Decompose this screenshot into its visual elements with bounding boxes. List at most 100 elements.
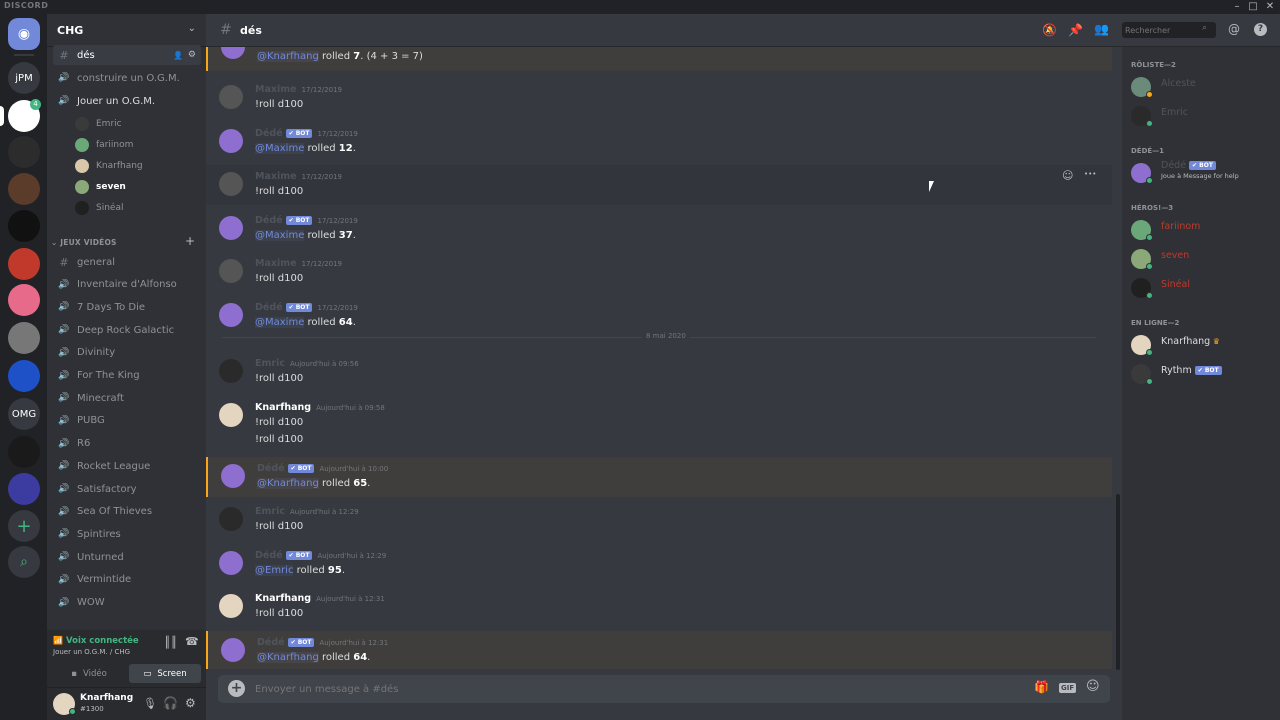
explore-servers-icon[interactable]: ⌕ — [8, 546, 40, 578]
member-item[interactable]: Rythm ✔ BOT — [1131, 362, 1276, 386]
channel-game-11[interactable]: 🔊 Sea Of Thieves — [53, 502, 201, 522]
scrollbar-thumb[interactable] — [1116, 494, 1120, 670]
search-input[interactable] — [1125, 24, 1195, 36]
server-icon-server-6[interactable] — [8, 248, 40, 280]
message-author[interactable]: Dédé ✔ BOT 17/12/2019 — [255, 215, 358, 226]
voice-status[interactable]: Voix connectée — [66, 636, 139, 646]
settings-gear-icon[interactable]: ⚙ — [185, 696, 196, 710]
member-item[interactable]: Sinéal — [1131, 276, 1276, 300]
member-item[interactable]: fariinom — [1131, 218, 1276, 242]
message-author[interactable]: Maxime 17/12/2019 — [255, 258, 342, 269]
server-icon-jpm[interactable]: jPM — [8, 62, 40, 94]
member-item[interactable]: Emric — [1131, 104, 1276, 128]
voice-user[interactable]: seven — [75, 178, 126, 196]
server-icon-server-5[interactable] — [8, 210, 40, 242]
channel-game-14[interactable]: 🔊 Vermintide — [53, 570, 201, 590]
member-item[interactable]: Knarfhang ♛ — [1131, 333, 1276, 357]
user-mention[interactable]: @Knarfhang — [257, 51, 319, 62]
message-author[interactable]: Dédé ✔ BOT 17/12/2019 — [255, 128, 358, 139]
sound-bars-icon[interactable]: ║║ — [164, 636, 177, 649]
message-author[interactable]: Maxime 17/12/2019 — [255, 171, 342, 182]
channel-1[interactable]: 🔊 construire un O.G.M. — [53, 68, 201, 88]
avatar[interactable] — [219, 303, 243, 327]
user-mention[interactable]: @Maxime — [255, 317, 305, 328]
voice-user[interactable]: fariinom — [75, 136, 133, 154]
microphone-icon[interactable]: 🎙 — [143, 697, 157, 710]
search-box[interactable]: ⌕ — [1122, 22, 1216, 38]
help-icon[interactable]: ? — [1254, 23, 1267, 36]
channel-game-6[interactable]: 🔊 Minecraft — [53, 388, 201, 408]
voice-user[interactable]: Sinéal — [75, 199, 123, 217]
add-reaction-icon[interactable]: ☺ — [1062, 169, 1073, 182]
channel-game-2[interactable]: 🔊 7 Days To Die — [53, 297, 201, 317]
channel-game-3[interactable]: 🔊 Deep Rock Galactic — [53, 320, 201, 340]
channel-game-13[interactable]: 🔊 Unturned — [53, 547, 201, 567]
message-author[interactable]: Knarfhang Aujourd'hui à 09:58 — [255, 402, 385, 413]
more-options-icon[interactable]: ••• — [1084, 170, 1096, 178]
channel-game-5[interactable]: 🔊 For The King — [53, 366, 201, 386]
channel-game-4[interactable]: 🔊 Divinity — [53, 343, 201, 363]
server-icon-home[interactable]: ◉ — [8, 18, 40, 50]
close-button[interactable]: ✕ — [1263, 0, 1277, 14]
avatar[interactable] — [219, 551, 243, 575]
avatar[interactable] — [219, 259, 243, 283]
voice-user[interactable]: Knarfhang — [75, 157, 143, 175]
members-list-icon[interactable]: 👥 — [1094, 22, 1109, 36]
message-author[interactable]: Dédé ✔ BOT Aujourd'hui à 12:31 — [257, 637, 388, 648]
member-item[interactable]: Dédé ✔ BOT Joue à Message for help — [1131, 160, 1276, 185]
channel-2[interactable]: 🔊 Jouer un O.G.M. — [53, 91, 201, 111]
channel-0[interactable]: # dés 👤 ⚙ — [53, 45, 201, 65]
add-channel-icon[interactable]: + — [185, 234, 195, 248]
avatar[interactable] — [219, 403, 243, 427]
server-icon-server-7[interactable] — [8, 284, 40, 316]
voice-user[interactable]: Emric — [75, 115, 122, 133]
user-mention[interactable]: @Emric — [255, 565, 294, 576]
user-mention[interactable]: @Maxime — [255, 143, 305, 154]
channel-game-1[interactable]: 🔊 Inventaire d'Alfonso — [53, 275, 201, 295]
channel-game-15[interactable]: 🔊 WOW — [53, 593, 201, 613]
avatar[interactable] — [221, 638, 245, 662]
message-author[interactable]: Maxime 17/12/2019 — [255, 84, 342, 95]
voice-location[interactable]: Jouer un O.G.M. / CHG — [53, 648, 130, 656]
avatar[interactable] — [219, 172, 243, 196]
member-item[interactable]: Alceste — [1131, 75, 1276, 99]
message-author[interactable]: Knarfhang Aujourd'hui à 12:31 — [255, 593, 385, 604]
message-author[interactable]: Dédé ✔ BOT Aujourd'hui à 10:00 — [257, 463, 388, 474]
upload-plus-icon[interactable]: + — [228, 680, 245, 697]
minimize-button[interactable]: – — [1230, 0, 1244, 14]
server-icon-server-12[interactable] — [8, 473, 40, 505]
add-member-icon[interactable]: 👤 — [173, 51, 183, 60]
video-button[interactable]: ▪ Vidéo — [53, 664, 125, 683]
message-author[interactable]: Emric Aujourd'hui à 09:56 — [255, 358, 359, 369]
server-icon-server-9[interactable] — [8, 360, 40, 392]
avatar[interactable] — [219, 85, 243, 109]
member-item[interactable]: seven — [1131, 247, 1276, 271]
message-author[interactable]: Dédé ✔ BOT Aujourd'hui à 12:29 — [255, 550, 386, 561]
mute-notifications-icon[interactable]: 🔕 — [1042, 23, 1057, 37]
channel-game-8[interactable]: 🔊 R6 — [53, 434, 201, 454]
user-mention[interactable]: @Maxime — [255, 230, 305, 241]
avatar[interactable] — [219, 359, 243, 383]
server-icon-omg[interactable]: OMG — [8, 398, 40, 430]
user-mention[interactable]: @Knarfhang — [257, 652, 319, 663]
add-server-button[interactable]: + — [8, 510, 40, 542]
user-mention[interactable]: @Knarfhang — [257, 478, 319, 489]
maximize-button[interactable]: □ — [1246, 0, 1260, 14]
message-author[interactable]: Dédé ✔ BOT 17/12/2019 — [255, 302, 358, 313]
gift-icon[interactable]: 🎁 — [1034, 680, 1049, 694]
avatar[interactable] — [219, 594, 243, 618]
avatar[interactable] — [221, 464, 245, 488]
category-header[interactable]: ⌄ JEUX VIDÉOS — [51, 238, 117, 247]
avatar[interactable] — [219, 216, 243, 240]
channel-game-12[interactable]: 🔊 Spintires — [53, 524, 201, 544]
message-author[interactable]: Emric Aujourd'hui à 12:29 — [255, 506, 359, 517]
server-icon-server-3[interactable] — [8, 136, 40, 168]
avatar[interactable] — [221, 47, 245, 59]
guild-header[interactable]: CHG ⌄ — [47, 14, 206, 47]
server-icon-server-11[interactable] — [8, 436, 40, 468]
message-input[interactable] — [255, 681, 1015, 697]
emoji-icon[interactable]: ☺ — [1086, 679, 1100, 694]
channel-game-9[interactable]: 🔊 Rocket League — [53, 456, 201, 476]
channel-game-7[interactable]: 🔊 PUBG — [53, 411, 201, 431]
server-icon-server-8[interactable] — [8, 322, 40, 354]
